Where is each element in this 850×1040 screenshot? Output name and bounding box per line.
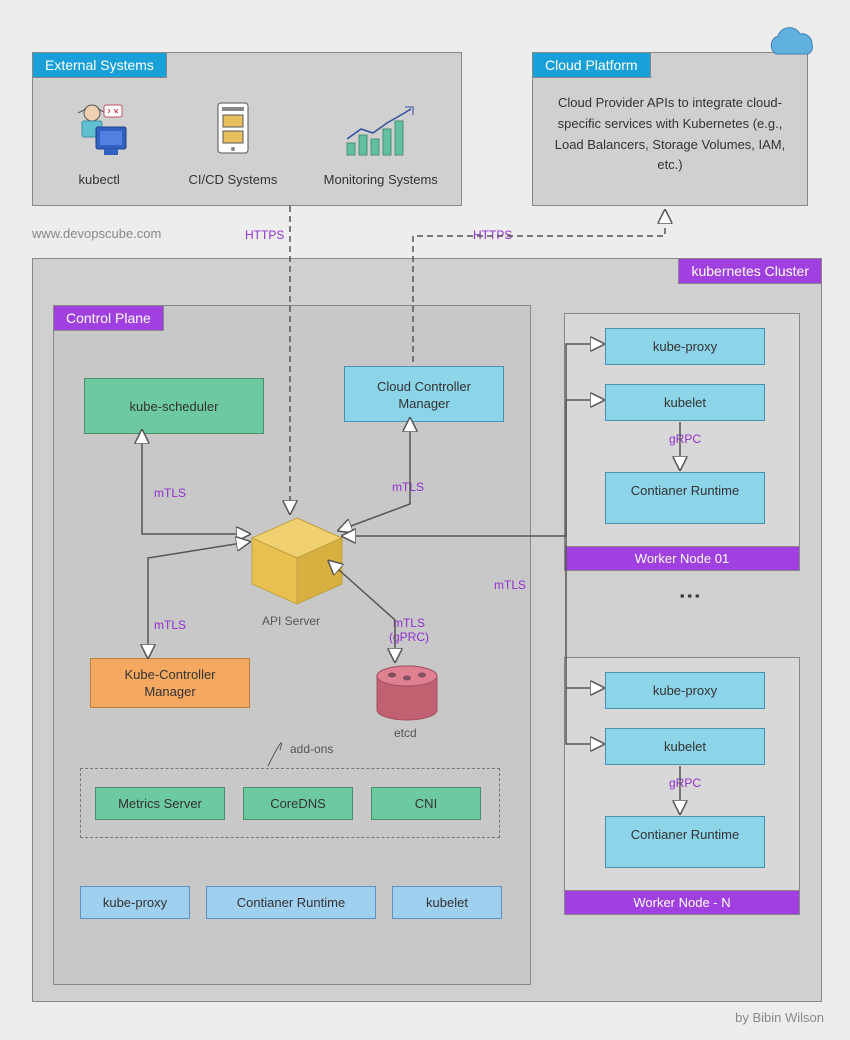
site-credit: www.devopscube.com (32, 226, 161, 241)
cloud-icon (760, 26, 820, 66)
developer-icon (56, 99, 142, 163)
cp-proxy: kube-proxy (80, 886, 190, 919)
cloud-title: Cloud Platform (532, 52, 651, 78)
author-credit: by Bibin Wilson (735, 1010, 824, 1025)
monitoring-item: Monitoring Systems (324, 99, 438, 187)
w1-kubelet: kubelet (605, 384, 765, 421)
https-label-1: HTTPS (245, 228, 284, 242)
cloud-platform-panel: Cloud Platform Cloud Provider APIs to in… (532, 52, 808, 206)
mtls-4: mTLS (494, 578, 526, 592)
cp-kubelet: kubelet (392, 886, 502, 919)
w1-title: Worker Node 01 (564, 546, 800, 571)
addon-cni: CNI (371, 787, 481, 820)
ccm-box: Cloud Controller Manager (344, 366, 504, 422)
kubectl-item: kubectl (56, 99, 142, 187)
w1-proxy: kube-proxy (605, 328, 765, 365)
etcd-icon (372, 664, 442, 724)
w1-runtime: Contianer Runtime (605, 472, 765, 524)
wn-grpc: gRPC (669, 776, 701, 790)
api-server-label: API Server (262, 614, 320, 628)
api-server-icon (242, 512, 352, 612)
control-plane-title: Control Plane (53, 305, 164, 331)
addon-coredns: CoreDNS (243, 787, 353, 820)
mtls-1: mTLS (154, 486, 186, 500)
kubectl-label: kubectl (56, 172, 142, 187)
ellipsis-icon: ⋮ (677, 585, 703, 609)
external-systems-panel: External Systems kubectl (32, 52, 462, 206)
wn-kubelet: kubelet (605, 728, 765, 765)
cicd-icon (208, 99, 258, 163)
addons-box: Metrics Server CoreDNS CNI (80, 768, 500, 838)
cluster-panel: kubernetes Cluster Control Plane kube-sc… (32, 258, 822, 1002)
addon-metrics: Metrics Server (95, 787, 225, 820)
cicd-label: CI/CD Systems (188, 172, 277, 187)
addons-label: add-ons (290, 742, 333, 756)
w1-grpc: gRPC (669, 432, 701, 446)
monitoring-icon (341, 99, 421, 163)
cp-runtime: Contianer Runtime (206, 886, 376, 919)
wn-runtime: Contianer Runtime (605, 816, 765, 868)
wn-title: Worker Node - N (564, 890, 800, 915)
external-title: External Systems (32, 52, 167, 78)
mtls-grpc: mTLS (gPRC) (384, 616, 434, 644)
control-plane-panel: Control Plane kube-scheduler Cloud Contr… (53, 305, 531, 985)
mtls-3: mTLS (154, 618, 186, 632)
cloud-desc: Cloud Provider APIs to integrate cloud-s… (549, 93, 791, 176)
etcd-label: etcd (394, 726, 417, 740)
https-label-2: HTTPS (473, 228, 512, 242)
wn-proxy: kube-proxy (605, 672, 765, 709)
cicd-item: CI/CD Systems (188, 99, 277, 187)
worker-1: kube-proxy kubelet gRPC Contianer Runtim… (564, 313, 800, 571)
mtls-2: mTLS (392, 480, 424, 494)
worker-n: kube-proxy kubelet gRPC Contianer Runtim… (564, 657, 800, 915)
scheduler-box: kube-scheduler (84, 378, 264, 434)
cluster-title: kubernetes Cluster (678, 258, 822, 284)
monitoring-label: Monitoring Systems (324, 172, 438, 187)
kcm-box: Kube-Controller Manager (90, 658, 250, 708)
